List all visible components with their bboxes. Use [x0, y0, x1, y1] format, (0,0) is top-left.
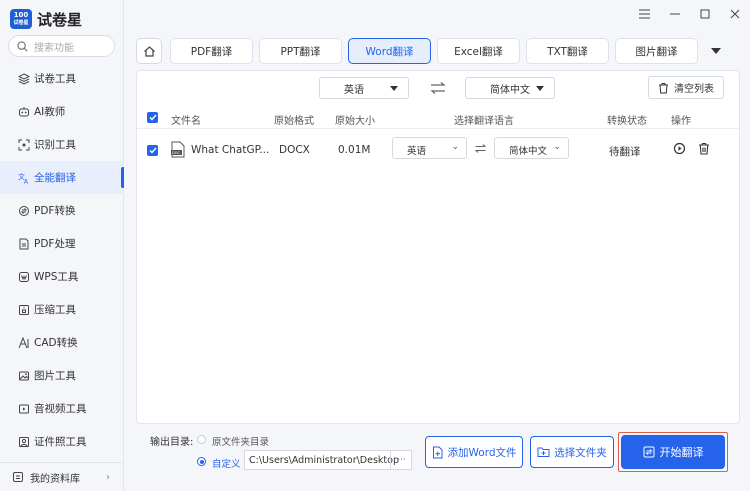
sidebar-nav: 试卷工具 AI教师 识别工具 文A 全能翻译 PDF转换 PDF处理 WPS工具	[0, 62, 124, 458]
chevron-right-icon: ›	[106, 471, 110, 483]
add-word-file-button[interactable]: 添加Word文件	[425, 436, 523, 468]
checkmark-icon	[149, 114, 157, 121]
pdf-file-icon	[17, 237, 30, 250]
search-icon	[17, 40, 28, 52]
radio-custom-folder-label[interactable]: 自定义	[212, 456, 241, 470]
tab-ppt-translate[interactable]: PPT翻译	[259, 38, 342, 64]
header-size: 原始大小	[335, 116, 375, 127]
cad-icon	[17, 336, 30, 349]
robot-icon	[17, 105, 30, 118]
row-format: DOCX	[279, 144, 310, 156]
row-status: 待翻译	[609, 146, 641, 158]
search-placeholder: 搜索功能	[34, 42, 74, 54]
svg-text:A: A	[24, 178, 29, 184]
sidebar-item-translate[interactable]: 文A 全能翻译	[0, 161, 124, 194]
header-actions: 操作	[671, 116, 691, 127]
browse-path-button[interactable]: ···	[390, 450, 412, 470]
sidebar-item-compress[interactable]: 压缩工具	[0, 293, 124, 326]
chevron-down-icon: ⌄	[451, 142, 459, 152]
tabs-more-dropdown-icon[interactable]	[711, 45, 721, 58]
file-list-panel: 英语 简体中文 清空列表 文件名 原始格式 原始大小 选择翻译语言 转换状态 操…	[136, 70, 740, 424]
home-button[interactable]	[136, 38, 162, 64]
radio-custom-folder[interactable]	[197, 457, 206, 466]
close-icon[interactable]	[730, 8, 740, 22]
chevron-down-icon	[390, 86, 398, 91]
tab-txt-translate[interactable]: TXT翻译	[526, 38, 609, 64]
menu-icon[interactable]	[639, 8, 650, 22]
scan-icon	[17, 138, 30, 151]
swap-languages-icon[interactable]	[430, 82, 446, 97]
retranslate-icon[interactable]	[673, 142, 686, 155]
sidebar-item-recognition[interactable]: 识别工具	[0, 128, 124, 161]
sidebar-item-id-photo[interactable]: 证件照工具	[0, 425, 124, 458]
tab-word-translate[interactable]: Word翻译	[348, 38, 431, 64]
source-language-select[interactable]: 英语	[319, 77, 409, 99]
media-icon	[17, 402, 30, 415]
start-button-highlight: 开始翻译	[618, 432, 728, 472]
radio-original-folder-label[interactable]: 原文件夹目录	[212, 434, 269, 448]
minimize-icon[interactable]	[670, 8, 680, 22]
app-name: 试卷星	[37, 10, 83, 29]
search-input[interactable]: 搜索功能	[8, 35, 115, 57]
sidebar-item-wps[interactable]: WPS工具	[0, 260, 124, 293]
row-source-language-select[interactable]: 英语 ⌄	[392, 137, 467, 159]
header-language: 选择翻译语言	[454, 116, 514, 127]
tab-pdf-translate[interactable]: PDF翻译	[170, 38, 253, 64]
svg-text:DOC: DOC	[172, 151, 180, 155]
chevron-down-icon	[536, 86, 544, 91]
logo-badge: 100 试卷星	[10, 9, 32, 29]
translate-icon: 文A	[17, 171, 30, 184]
tab-image-translate[interactable]: 图片翻译	[615, 38, 698, 64]
library-icon	[13, 472, 23, 482]
delete-row-icon[interactable]	[698, 142, 710, 155]
home-icon	[143, 45, 155, 57]
chevron-down-icon: ⌄	[553, 142, 561, 152]
target-language-select[interactable]: 简体中文	[465, 77, 555, 99]
row-filename: What ChatGP...	[191, 144, 270, 156]
output-dir-label: 输出目录:	[150, 437, 194, 448]
add-file-icon	[432, 446, 442, 458]
trash-icon	[659, 82, 668, 93]
sidebar-item-media[interactable]: 音视频工具	[0, 392, 124, 425]
window-controls	[639, 8, 740, 22]
sidebar-item-pdf-process[interactable]: PDF处理	[0, 227, 124, 260]
radio-original-folder[interactable]	[197, 435, 206, 444]
sidebar-item-pdf-convert[interactable]: PDF转换	[0, 194, 124, 227]
compress-icon	[17, 303, 30, 316]
folder-icon	[537, 447, 550, 457]
wps-icon	[17, 270, 30, 283]
id-photo-icon	[17, 435, 30, 448]
row-size: 0.01M	[338, 144, 371, 156]
table-row[interactable]: DOC What ChatGP... DOCX 0.01M 英语 ⌄ 简体中文 …	[137, 133, 739, 167]
swap-languages-icon[interactable]	[475, 144, 486, 153]
bottom-bar: 输出目录: 原文件夹目录 自定义 C:\Users\Administrator\…	[136, 424, 740, 480]
app-logo: 100 试卷星 试卷星	[10, 6, 82, 32]
sidebar-item-cad[interactable]: CAD转换	[0, 326, 124, 359]
sidebar-item-exam-tools[interactable]: 试卷工具	[0, 62, 124, 95]
checkmark-icon	[149, 147, 157, 154]
image-icon	[17, 369, 30, 382]
select-all-checkbox[interactable]	[147, 112, 158, 123]
header-format: 原始格式	[274, 116, 314, 127]
translate-start-icon	[643, 446, 654, 458]
header-status: 转换状态	[607, 116, 647, 127]
maximize-icon[interactable]	[700, 8, 710, 22]
output-path-input[interactable]: C:\Users\Administrator\Desktop	[244, 450, 412, 470]
row-target-language-select[interactable]: 简体中文 ⌄	[494, 137, 569, 159]
layers-icon	[17, 72, 30, 85]
sidebar-item-image[interactable]: 图片工具	[0, 359, 124, 392]
my-library-button[interactable]: 我的资料库 ›	[0, 462, 124, 491]
select-folder-button[interactable]: 选择文件夹	[530, 436, 614, 468]
tab-excel-translate[interactable]: Excel翻译	[437, 38, 520, 64]
translate-tabs: PDF翻译 PPT翻译 Word翻译 Excel翻译 TXT翻译 图片翻译	[170, 38, 704, 64]
clear-list-button[interactable]: 清空列表	[648, 76, 724, 99]
header-filename: 文件名	[171, 116, 201, 127]
docx-file-icon: DOC	[171, 141, 185, 158]
start-translate-button[interactable]: 开始翻译	[621, 435, 725, 469]
row-checkbox[interactable]	[147, 145, 158, 156]
convert-icon	[17, 204, 30, 217]
table-header: 文件名 原始格式 原始大小 选择翻译语言 转换状态 操作	[137, 107, 739, 129]
sidebar-item-ai-teacher[interactable]: AI教师	[0, 95, 124, 128]
sidebar: 100 试卷星 试卷星 搜索功能 试卷工具 AI教师 识别工具 文A 全能翻译 …	[0, 0, 124, 491]
